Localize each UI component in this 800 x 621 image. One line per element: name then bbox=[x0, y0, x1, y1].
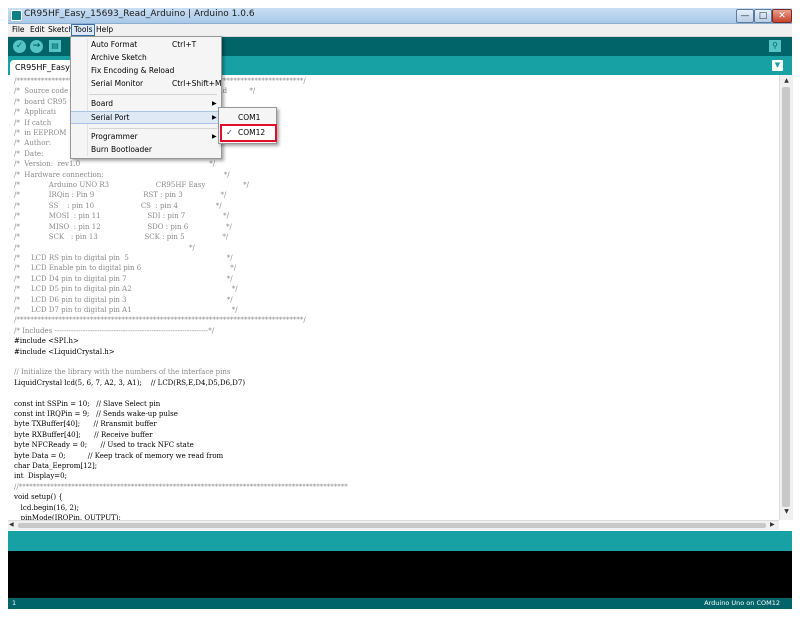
minimize-button[interactable]: — bbox=[736, 9, 754, 23]
code-line: /* SCK : pin 13 SCK : pin 5 */ bbox=[14, 233, 229, 242]
code-line: const int SSPin = 10; // Slave Select pi… bbox=[14, 399, 161, 408]
menu-item-serial-port[interactable]: Serial Port ▶ bbox=[71, 111, 221, 124]
code-line: /* Version: rev1.0 */ bbox=[14, 160, 216, 169]
code-line: byte NFCReady = 0; // Used to track NFC … bbox=[14, 441, 194, 450]
code-line: /* SS : pin 10 CS : pin 4 */ bbox=[14, 201, 222, 210]
verify-button[interactable]: ✓ bbox=[13, 40, 26, 53]
code-line: /* LCD RS pin to digital pin 5 */ bbox=[14, 253, 233, 262]
submenu-arrow-icon: ▶ bbox=[212, 133, 217, 140]
port-option-com12[interactable]: ✓ COM12 bbox=[220, 124, 277, 142]
scroll-down-arrow-icon[interactable]: ▼ bbox=[780, 508, 793, 515]
port-label: COM12 bbox=[238, 128, 266, 137]
bottom-status-bar: 1 Arduino Uno on COM12 bbox=[8, 598, 792, 609]
code-line: /***************************************… bbox=[14, 316, 306, 325]
code-line: const int IRQPin = 9; // Sends wake-up p… bbox=[14, 410, 178, 418]
menu-item-label: Archive Sketch bbox=[91, 53, 147, 62]
menu-item-serial-monitor[interactable]: Serial Monitor Ctrl+Shift+M bbox=[71, 78, 221, 90]
horizontal-scrollbar[interactable]: ◀ ▶ bbox=[8, 520, 779, 530]
menu-separator bbox=[89, 128, 217, 129]
code-line: int Display=0; bbox=[14, 472, 67, 481]
code-line: /* LCD D6 pin to digital pin 3 */ bbox=[14, 295, 233, 304]
menu-item-shortcut: Ctrl+Shift+M bbox=[172, 79, 222, 88]
submenu-arrow-icon: ▶ bbox=[212, 100, 217, 107]
code-line: /* MISO : pin 12 SDO : pin 6 */ bbox=[14, 222, 232, 231]
menu-item-fix-encoding[interactable]: Fix Encoding & Reload bbox=[71, 65, 221, 77]
vertical-scrollbar[interactable]: ▲ ▼ bbox=[779, 75, 793, 520]
code-line: /* */ bbox=[14, 243, 195, 252]
line-number: 1 bbox=[12, 599, 17, 607]
code-line: pinMode(IRQPin, OUTPUT); bbox=[14, 514, 121, 520]
menu-item-label: Fix Encoding & Reload bbox=[91, 66, 175, 75]
close-button[interactable]: ✕ bbox=[772, 9, 792, 23]
menu-item-label: Burn Bootloader bbox=[91, 145, 152, 154]
menu-item-label: Serial Port bbox=[91, 113, 130, 122]
code-line: byte RXBuffer[40]; // Receive buffer bbox=[14, 430, 153, 439]
menu-item-label: Programmer bbox=[91, 132, 138, 141]
tab-menu-button[interactable]: ▼ bbox=[772, 60, 783, 71]
checkmark-icon: ✓ bbox=[226, 128, 233, 137]
port-label: COM1 bbox=[238, 113, 261, 122]
code-line: #include <SPI.h> bbox=[14, 337, 79, 346]
vertical-scroll-thumb[interactable] bbox=[782, 87, 790, 507]
menu-separator bbox=[89, 94, 217, 95]
menu-item-label: Serial Monitor bbox=[91, 79, 144, 88]
code-line: void setup() { bbox=[14, 493, 63, 502]
arduino-app-icon bbox=[11, 10, 22, 21]
menu-item-label: Auto Format bbox=[91, 40, 138, 49]
menu-file[interactable]: File bbox=[10, 25, 27, 35]
status-bar bbox=[8, 531, 792, 551]
tools-dropdown-menu: Auto Format Ctrl+T Archive Sketch Fix En… bbox=[70, 36, 222, 159]
scroll-left-arrow-icon[interactable]: ◀ bbox=[9, 521, 14, 528]
code-line: /* LCD D7 pin to digital pin A1 */ bbox=[14, 305, 238, 314]
port-option-com1[interactable]: COM1 bbox=[219, 112, 276, 124]
tab-sketch-file[interactable]: CR95HF_Easy_15693_Read_Arduino bbox=[10, 60, 75, 75]
menu-item-board[interactable]: Board ▶ bbox=[71, 98, 221, 110]
menu-help[interactable]: Help bbox=[94, 25, 115, 35]
code-line: char Data_Eeprom[12]; bbox=[14, 462, 98, 471]
serial-monitor-button[interactable]: ⚲ bbox=[769, 40, 781, 52]
code-line: // Initialize the library with the numbe… bbox=[14, 368, 231, 377]
menu-tools[interactable]: Tools bbox=[71, 24, 96, 36]
code-line: lcd.begin(16, 2); bbox=[14, 503, 80, 512]
window-title: CR95HF_Easy_15693_Read_Arduino | Arduino… bbox=[24, 9, 255, 19]
menu-item-burn-bootloader[interactable]: Burn Bootloader bbox=[71, 144, 221, 156]
menu-item-label: Board bbox=[91, 99, 114, 108]
menu-item-shortcut: Ctrl+T bbox=[172, 40, 197, 49]
code-line: /* Includes ----------------------------… bbox=[14, 326, 215, 335]
code-line: //**************************************… bbox=[14, 482, 348, 491]
menu-edit[interactable]: Edit bbox=[28, 25, 47, 35]
window-title-bar: CR95HF_Easy_15693_Read_Arduino | Arduino… bbox=[8, 8, 792, 24]
code-line: LiquidCrystal lcd(5, 6, 7, A2, 3, A1); /… bbox=[14, 378, 246, 387]
code-line: /* Arduino UNO R3 CR95HF Easy */ bbox=[14, 181, 250, 190]
code-line: byte Data = 0; // Keep track of memory w… bbox=[14, 451, 224, 460]
code-line: /* LCD Enable pin to digital pin 6 */ bbox=[14, 264, 237, 273]
submenu-arrow-icon: ▶ bbox=[212, 114, 217, 121]
code-line: /* LCD D4 pin to digital pin 7 */ bbox=[14, 274, 233, 283]
new-sketch-button[interactable]: ▤ bbox=[49, 40, 61, 52]
upload-button[interactable]: → bbox=[30, 40, 43, 53]
code-line: /* Hardware connection: */ bbox=[14, 170, 230, 179]
maximize-button[interactable]: □ bbox=[754, 9, 772, 23]
code-line: #include <LiquidCrystal.h> bbox=[14, 347, 115, 356]
console-output[interactable] bbox=[8, 551, 792, 598]
serial-port-submenu: COM1 ✓ COM12 bbox=[218, 107, 277, 144]
code-line: byte TXBuffer[40]; // Rransmit buffer bbox=[14, 420, 157, 429]
menu-item-programmer[interactable]: Programmer ▶ bbox=[71, 131, 221, 143]
code-line: /* IRQin : Pin 9 RST : pin 3 */ bbox=[14, 191, 227, 200]
code-line: /* LCD D5 pin to digital pin A2 */ bbox=[14, 285, 238, 294]
code-line: /* MOSI : pin 11 SDI : pin 7 */ bbox=[14, 212, 229, 221]
horizontal-scroll-thumb[interactable] bbox=[18, 523, 766, 528]
menu-item-archive-sketch[interactable]: Archive Sketch bbox=[71, 52, 221, 64]
menu-item-auto-format[interactable]: Auto Format Ctrl+T bbox=[71, 39, 221, 51]
scroll-right-arrow-icon[interactable]: ▶ bbox=[770, 521, 775, 528]
scroll-up-arrow-icon[interactable]: ▲ bbox=[780, 77, 793, 84]
board-port-info: Arduino Uno on COM12 bbox=[704, 599, 780, 607]
